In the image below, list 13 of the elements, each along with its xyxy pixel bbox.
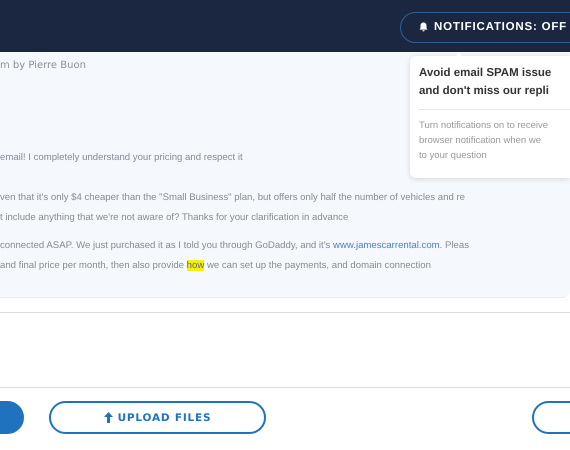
popup-title: Avoid email SPAM issue and don't miss our repli	[419, 66, 552, 99]
link[interactable]: www.jamescarrental.com	[333, 240, 440, 251]
message-text: ven that it's only $4 cheaper than the "Small Business" plan, but offers only half the number of vehicles and re	[0, 191, 465, 205]
notifications-button[interactable]: NOTIFICATIONS: OFF	[400, 12, 570, 42]
message-text: connected ASAP. We just purchased it as I told you through GoDaddy, and it's www.jamescarrental.com. Pleas	[0, 239, 470, 253]
message-text: email! I completely understand your pricing and respect it	[0, 151, 243, 165]
upload-icon	[104, 412, 113, 423]
popup-text: Turn notifications on to receive browser notification when we to your question	[419, 119, 550, 163]
reply-field[interactable]	[0, 312, 570, 388]
message-text: t include anything that we're not aware of? Thanks for your clarification in advance	[0, 211, 348, 225]
message-byline: m by Pierre Buon	[0, 60, 87, 71]
upload-files-button[interactable]: UPLOAD FILES	[49, 401, 266, 434]
bell-icon	[418, 22, 428, 32]
